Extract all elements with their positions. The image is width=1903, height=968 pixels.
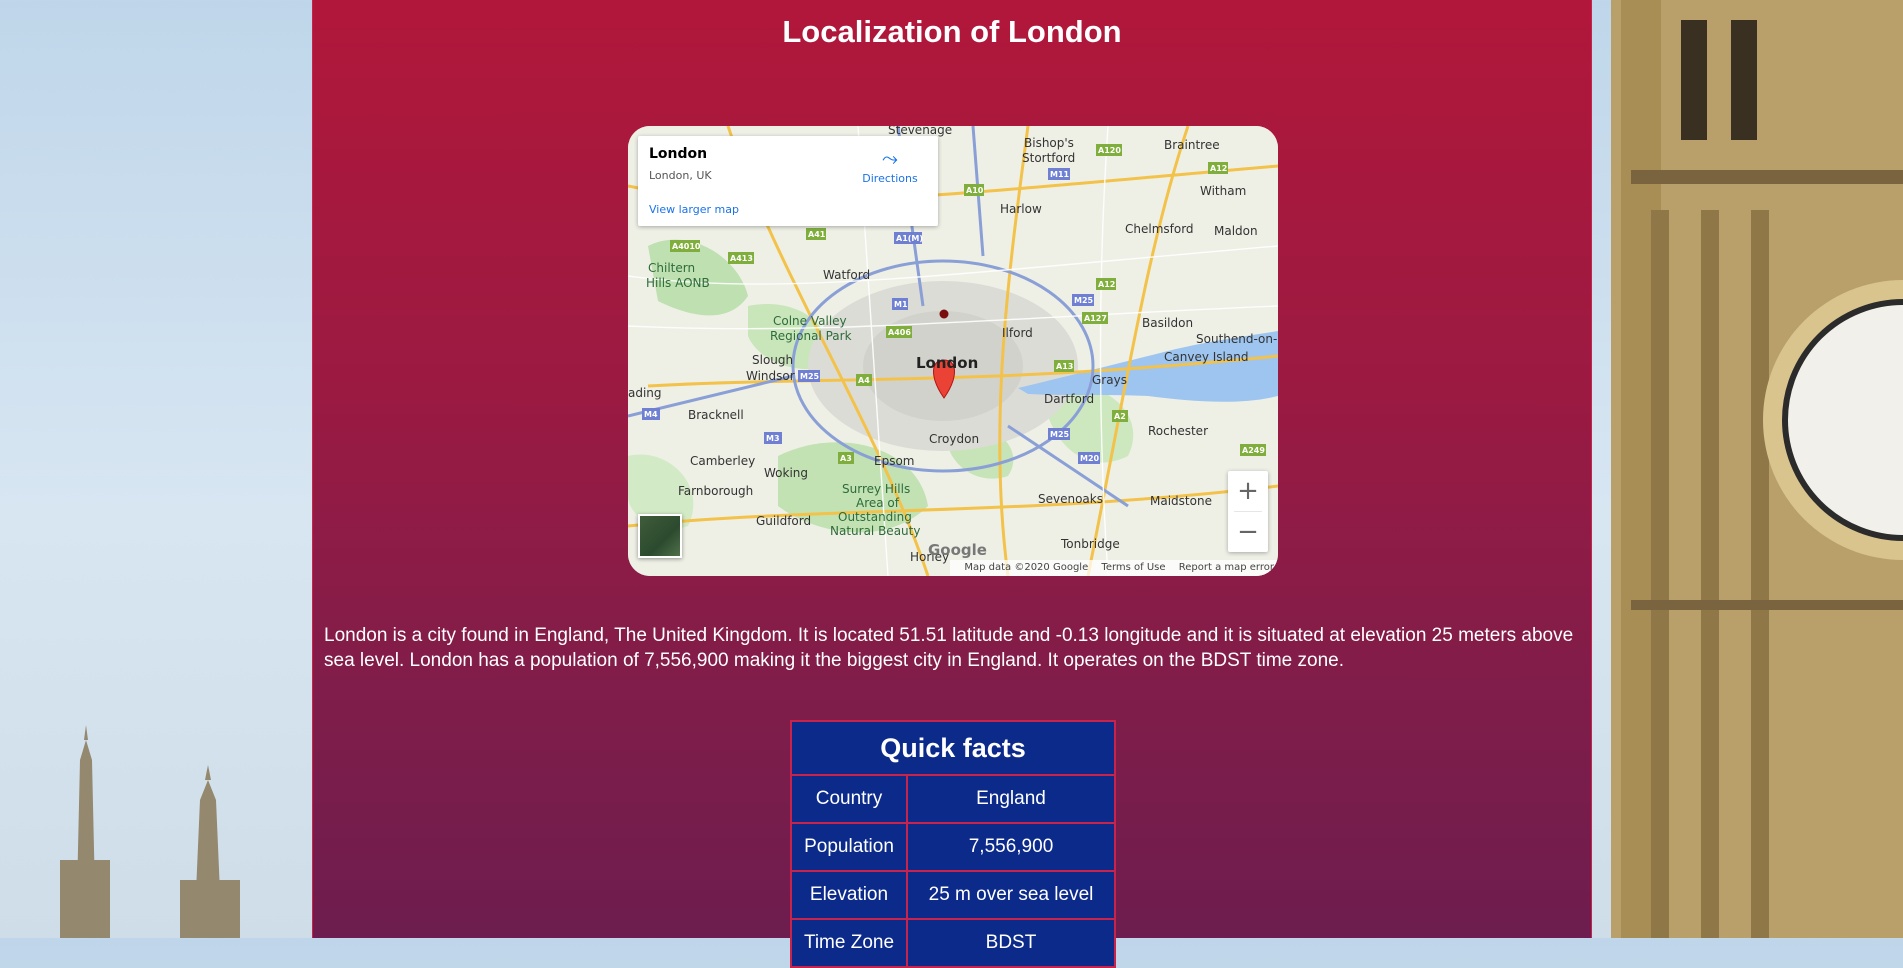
quick-facts-table: Quick facts Country England Population 7…: [790, 720, 1116, 968]
svg-text:A4010: A4010: [672, 242, 701, 251]
main-panel: Localization of London A120 M11 A12 A10 …: [312, 0, 1592, 968]
svg-text:M25: M25: [800, 372, 820, 381]
svg-text:M4: M4: [644, 410, 658, 419]
map-label-ilford: Ilford: [1002, 326, 1033, 340]
table-row: Elevation 25 m over sea level: [790, 870, 1116, 920]
svg-text:M1: M1: [894, 300, 908, 309]
fact-key: Elevation: [790, 870, 908, 920]
map-label-harlow: Harlow: [1000, 202, 1042, 216]
map-label-rochester: Rochester: [1148, 424, 1208, 438]
fact-key: Country: [790, 774, 908, 824]
map-label-maldon: Maldon: [1214, 224, 1258, 238]
fact-key: Time Zone: [790, 918, 908, 968]
svg-text:M3: M3: [766, 434, 780, 443]
map-label-natural-beauty: Natural Beauty: [830, 524, 921, 538]
map-label-area-of: Area of: [856, 496, 899, 510]
embedded-map[interactable]: A120 M11 A12 A10 A41 A1(M) A4010 A413 M1…: [628, 126, 1278, 576]
map-label-stortford: Stortford: [1022, 151, 1076, 165]
fact-value: England: [906, 774, 1116, 824]
map-label-basildon: Basildon: [1142, 316, 1194, 330]
place-address: London, UK: [649, 169, 712, 182]
svg-text:A2: A2: [1114, 412, 1126, 421]
page-title: Localization of London: [782, 14, 1122, 49]
map-label-sevenoaks: Sevenoaks: [1038, 492, 1103, 506]
satellite-layer-toggle[interactable]: [638, 514, 682, 558]
svg-text:A41: A41: [808, 230, 826, 239]
directions-label: Directions: [862, 172, 918, 185]
city-description: London is a city found in England, The U…: [324, 625, 1574, 671]
svg-text:A12: A12: [1098, 280, 1115, 289]
svg-text:M20: M20: [1080, 454, 1100, 463]
map-label-witham: Witham: [1200, 184, 1247, 198]
map-label-camberley: Camberley: [690, 454, 756, 468]
map-label-dartford: Dartford: [1044, 392, 1095, 406]
map-label-croydon: Croydon: [929, 432, 980, 446]
map-data-credit: Map data ©2020 Google: [964, 562, 1089, 573]
map-label-windsor: Windsor: [746, 369, 795, 383]
view-larger-map-link[interactable]: View larger map: [649, 203, 739, 216]
report-map-error-link[interactable]: Report a map error: [1179, 562, 1274, 573]
map-label-maidstone: Maidstone: [1150, 494, 1212, 508]
fact-value: 25 m over sea level: [906, 870, 1116, 920]
svg-text:M11: M11: [1050, 170, 1070, 179]
background-parliament-spires: [0, 0, 312, 938]
map-label-epsom: Epsom: [874, 454, 915, 468]
map-label-bishops: Bishop's: [1024, 136, 1074, 150]
map-attribution: Map data ©2020 Google Terms of Use Repor…: [950, 560, 1278, 576]
map-label-chiltern: Chiltern: [648, 261, 696, 275]
svg-text:M25: M25: [1074, 296, 1094, 305]
fact-value: BDST: [906, 918, 1116, 968]
map-label-colne-valley: Colne Valley: [773, 314, 847, 328]
map-label-tonbridge: Tonbridge: [1061, 537, 1120, 551]
place-info-card: London London, UK View larger map ⤳ Dire…: [638, 136, 938, 226]
map-label-braintree: Braintree: [1164, 138, 1220, 152]
directions-icon: ⤳: [882, 146, 898, 170]
map-label-farnborough: Farnborough: [678, 484, 754, 498]
map-label-chelmsford: Chelmsford: [1125, 222, 1194, 236]
directions-button[interactable]: ⤳ Directions: [860, 148, 920, 185]
svg-text:A3: A3: [840, 454, 852, 463]
svg-text:A249: A249: [1242, 446, 1265, 455]
svg-text:A10: A10: [966, 186, 984, 195]
terms-of-use-link[interactable]: Terms of Use: [1101, 562, 1165, 573]
map-label-outstanding: Outstanding: [838, 510, 912, 524]
background-clock-tower: [1591, 0, 1903, 938]
table-row: Country England: [790, 774, 1116, 824]
svg-text:A12: A12: [1210, 164, 1227, 173]
svg-text:M25: M25: [1050, 430, 1070, 439]
svg-text:A127: A127: [1084, 314, 1107, 323]
map-label-grays: Grays: [1092, 373, 1127, 387]
map-label-watford: Watford: [823, 268, 871, 282]
svg-text:A1(M): A1(M): [896, 234, 923, 243]
svg-text:A4: A4: [858, 376, 870, 385]
fact-key: Population: [790, 822, 908, 872]
zoom-in-button[interactable]: +: [1228, 471, 1268, 511]
table-row: Population 7,556,900: [790, 822, 1116, 872]
place-name: London: [649, 146, 708, 162]
map-label-canvey: Canvey Island: [1164, 350, 1249, 364]
map-label-surrey-hills: Surrey Hills: [842, 482, 911, 496]
map-label-reading: ading: [628, 386, 662, 400]
map-label-guildford: Guildford: [756, 514, 812, 528]
map-label-woking: Woking: [764, 466, 809, 480]
map-label-bracknell: Bracknell: [688, 408, 744, 422]
quick-facts-header-row: Quick facts: [790, 720, 1116, 776]
zoom-controls: + −: [1228, 471, 1268, 552]
svg-text:A120: A120: [1098, 146, 1121, 155]
map-label-london: London: [916, 354, 979, 372]
map-label-southend: Southend-on-: [1196, 332, 1278, 346]
quick-facts-title: Quick facts: [790, 720, 1116, 776]
google-logo: Google: [928, 541, 987, 559]
table-row: Time Zone BDST: [790, 918, 1116, 968]
map-label-regional-park: Regional Park: [770, 329, 852, 343]
fact-value: 7,556,900: [906, 822, 1116, 872]
svg-text:A13: A13: [1056, 362, 1073, 371]
zoom-out-button[interactable]: −: [1228, 512, 1268, 552]
svg-text:A406: A406: [888, 328, 911, 337]
map-label-hills-aonb: Hills AONB: [646, 276, 710, 290]
map-label-slough: Slough: [752, 353, 794, 367]
svg-text:A413: A413: [730, 254, 753, 263]
